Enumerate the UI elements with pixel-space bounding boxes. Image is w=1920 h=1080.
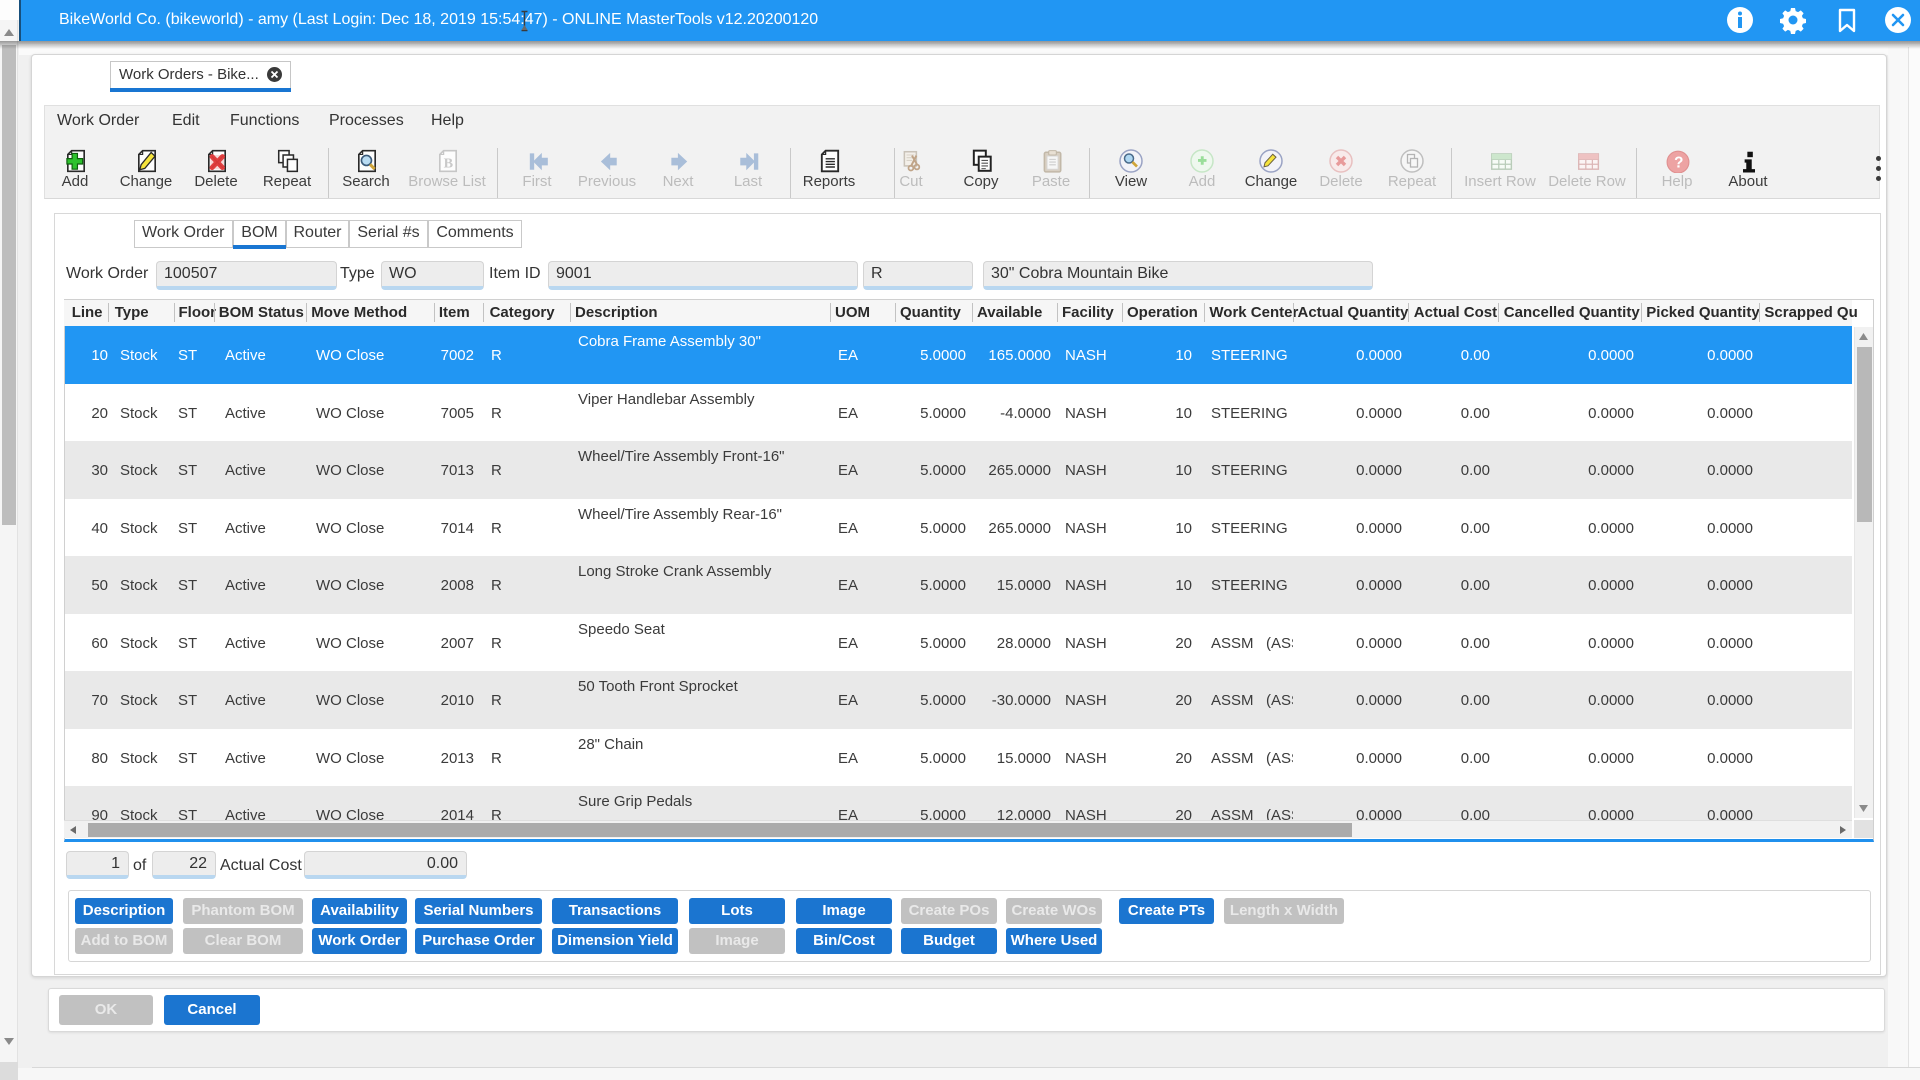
svg-text:?: ? [1674,155,1683,172]
svg-text:B: B [444,156,454,172]
